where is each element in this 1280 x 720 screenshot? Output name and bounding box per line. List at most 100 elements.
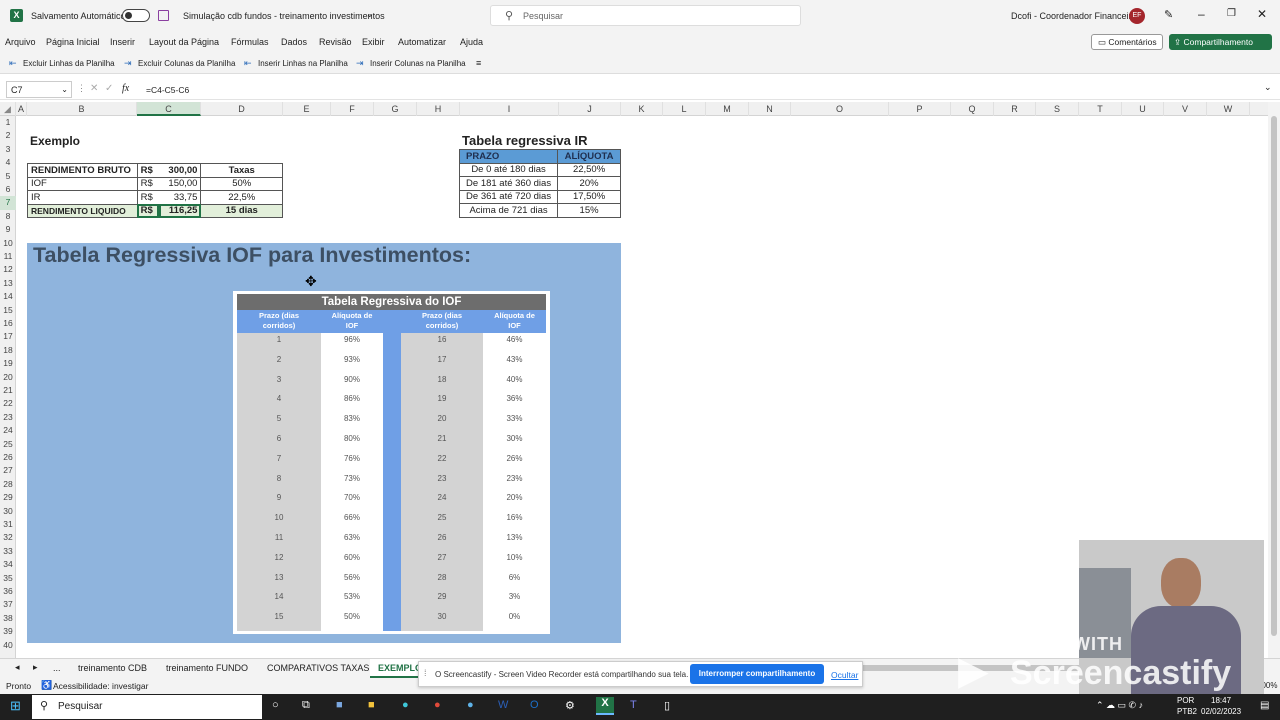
cell-extra[interactable]: Taxas — [200, 163, 283, 178]
cell-value[interactable]: 150,00 — [159, 176, 202, 191]
cortana-icon[interactable]: ○ — [272, 699, 279, 711]
file-title[interactable]: Simulação cdb fundos - treinamento inves… — [183, 11, 385, 21]
menu-revisao[interactable]: Revisão — [319, 37, 352, 47]
tray-icons[interactable]: ⌃ ☁ ▭ ✆ ♪ — [1096, 700, 1143, 711]
cell-prazo[interactable]: Acima de 721 dias — [458, 203, 559, 218]
row-header[interactable]: 22 — [0, 397, 16, 410]
menu-ajuda[interactable]: Ajuda — [460, 37, 483, 47]
maximize-icon[interactable]: ❐ — [1227, 8, 1236, 19]
menu-pagina-inicial[interactable]: Página Inicial — [46, 37, 100, 47]
row-header[interactable]: 5 — [0, 170, 16, 183]
clock-date[interactable]: 02/02/2023 — [1201, 707, 1241, 716]
search-box[interactable]: ⚲ Pesquisar — [490, 5, 801, 26]
row-header[interactable]: 2 — [0, 129, 16, 142]
language-indicator-2[interactable]: PTB2 — [1177, 707, 1197, 716]
row-header[interactable]: 24 — [0, 424, 16, 437]
cell-label[interactable]: RENDIMENTO LIQUIDO — [27, 203, 138, 218]
row-header[interactable]: 13 — [0, 277, 16, 290]
edge-icon[interactable]: ● — [402, 699, 409, 711]
row-header[interactable]: 36 — [0, 585, 16, 598]
row-header[interactable]: 6 — [0, 183, 16, 196]
menu-automatizar[interactable]: Automatizar — [398, 37, 446, 47]
tab-treinamento-fundo[interactable]: treinamento FUNDO — [166, 663, 248, 673]
cell-aliquota[interactable]: 15% — [557, 203, 621, 218]
accessibility-status[interactable]: Acessibilidade: investigar — [53, 681, 148, 691]
row-header[interactable]: 10 — [0, 237, 16, 250]
row-header[interactable]: 33 — [0, 545, 16, 558]
col-R[interactable]: R — [994, 102, 1036, 116]
col-A[interactable]: A — [16, 102, 27, 116]
confirm-icon[interactable]: ✓ — [105, 83, 113, 94]
col-S[interactable]: S — [1036, 102, 1079, 116]
settings-icon[interactable]: ⚙ — [565, 699, 575, 712]
file-explorer-icon[interactable]: ■ — [368, 699, 375, 711]
cell-label[interactable]: RENDIMENTO BRUTO — [27, 163, 138, 178]
row-header[interactable]: 19 — [0, 357, 16, 370]
cell-value[interactable]: 33,75 — [159, 190, 202, 205]
tab-comparativos-taxas[interactable]: COMPARATIVOS TAXAS — [267, 663, 369, 673]
col-J[interactable]: J — [559, 102, 621, 116]
next-sheet-icon[interactable]: ▸ — [33, 662, 38, 673]
avatar[interactable]: EF — [1129, 8, 1145, 24]
vertical-scrollbar[interactable] — [1268, 102, 1280, 658]
tab-exemplo[interactable]: EXEMPLO — [370, 659, 422, 678]
scroll-thumb[interactable] — [1271, 116, 1277, 636]
row-header[interactable]: 40 — [0, 639, 16, 652]
teams-icon[interactable]: T — [630, 699, 637, 711]
menu-inserir[interactable]: Inserir — [110, 37, 135, 47]
share-button[interactable]: ⇪ Compartilhamento — [1169, 34, 1272, 50]
edge-alt-icon[interactable]: ● — [467, 699, 474, 711]
col-P[interactable]: P — [889, 102, 951, 116]
cell-prazo[interactable]: De 0 até 180 dias — [458, 162, 559, 177]
col-F[interactable]: F — [331, 102, 374, 116]
insert-columns-button[interactable]: Inserir Colunas na Planilha — [370, 59, 466, 68]
cell-prazo[interactable]: De 181 até 360 dias — [458, 176, 559, 191]
insert-rows-button[interactable]: Inserir Linhas na Planilha — [258, 59, 348, 68]
col-Q[interactable]: Q — [951, 102, 994, 116]
col-M[interactable]: M — [706, 102, 749, 116]
row-header[interactable]: 4 — [0, 156, 16, 169]
cell-extra[interactable]: 50% — [200, 176, 283, 191]
col-I[interactable]: I — [460, 102, 559, 116]
task-view-icon[interactable]: ⧉ — [302, 699, 310, 712]
row-header[interactable]: 14 — [0, 290, 16, 303]
col-E[interactable]: E — [283, 102, 331, 116]
iof-image[interactable]: Tabela Regressiva IOF para Investimentos… — [27, 243, 621, 643]
notepad-icon[interactable]: ▯ — [664, 699, 670, 712]
cell-currency[interactable]: R$ — [136, 176, 160, 191]
menu-arquivo[interactable]: Arquivo — [5, 37, 36, 47]
delete-rows-button[interactable]: Excluir Linhas da Planilha — [23, 59, 115, 68]
row-header[interactable]: 20 — [0, 371, 16, 384]
notification-icon[interactable]: ▤ — [1260, 700, 1269, 711]
row-header[interactable]: 35 — [0, 572, 16, 585]
excel-taskbar-icon[interactable]: X — [596, 697, 614, 715]
col-U[interactable]: U — [1122, 102, 1164, 116]
col-G[interactable]: G — [374, 102, 417, 116]
tab-treinamento-cdb[interactable]: treinamento CDB — [78, 663, 147, 673]
row-header[interactable]: 23 — [0, 411, 16, 424]
stop-sharing-button[interactable]: Interromper compartilhamento — [690, 664, 824, 684]
autosave-toggle[interactable] — [122, 9, 150, 22]
row-header[interactable]: 17 — [0, 330, 16, 343]
col-T[interactable]: T — [1079, 102, 1122, 116]
row-header[interactable]: 28 — [0, 478, 16, 491]
row-header[interactable]: 26 — [0, 451, 16, 464]
cell-aliquota[interactable]: 22,50% — [557, 162, 621, 177]
row-header[interactable]: 12 — [0, 263, 16, 276]
row-header[interactable]: 21 — [0, 384, 16, 397]
col-O[interactable]: O — [791, 102, 889, 116]
row-header[interactable]: 27 — [0, 464, 16, 477]
col-D[interactable]: D — [201, 102, 283, 116]
save-icon[interactable] — [158, 10, 169, 21]
row-header[interactable]: 11 — [0, 250, 16, 263]
pen-icon[interactable]: ✎ — [1164, 8, 1173, 21]
cell-currency[interactable]: R$ — [136, 163, 160, 178]
drag-handle-icon[interactable]: ⁞ — [424, 668, 427, 678]
hide-link[interactable]: Ocultar — [831, 670, 858, 680]
row-header[interactable]: 18 — [0, 344, 16, 357]
taskbar-search[interactable]: ⚲ Pesquisar — [32, 695, 262, 719]
clock-time[interactable]: 18:47 — [1211, 696, 1231, 705]
row-header[interactable]: 9 — [0, 223, 16, 236]
outlook-icon[interactable]: O — [530, 699, 539, 711]
row-header[interactable]: 32 — [0, 531, 16, 544]
